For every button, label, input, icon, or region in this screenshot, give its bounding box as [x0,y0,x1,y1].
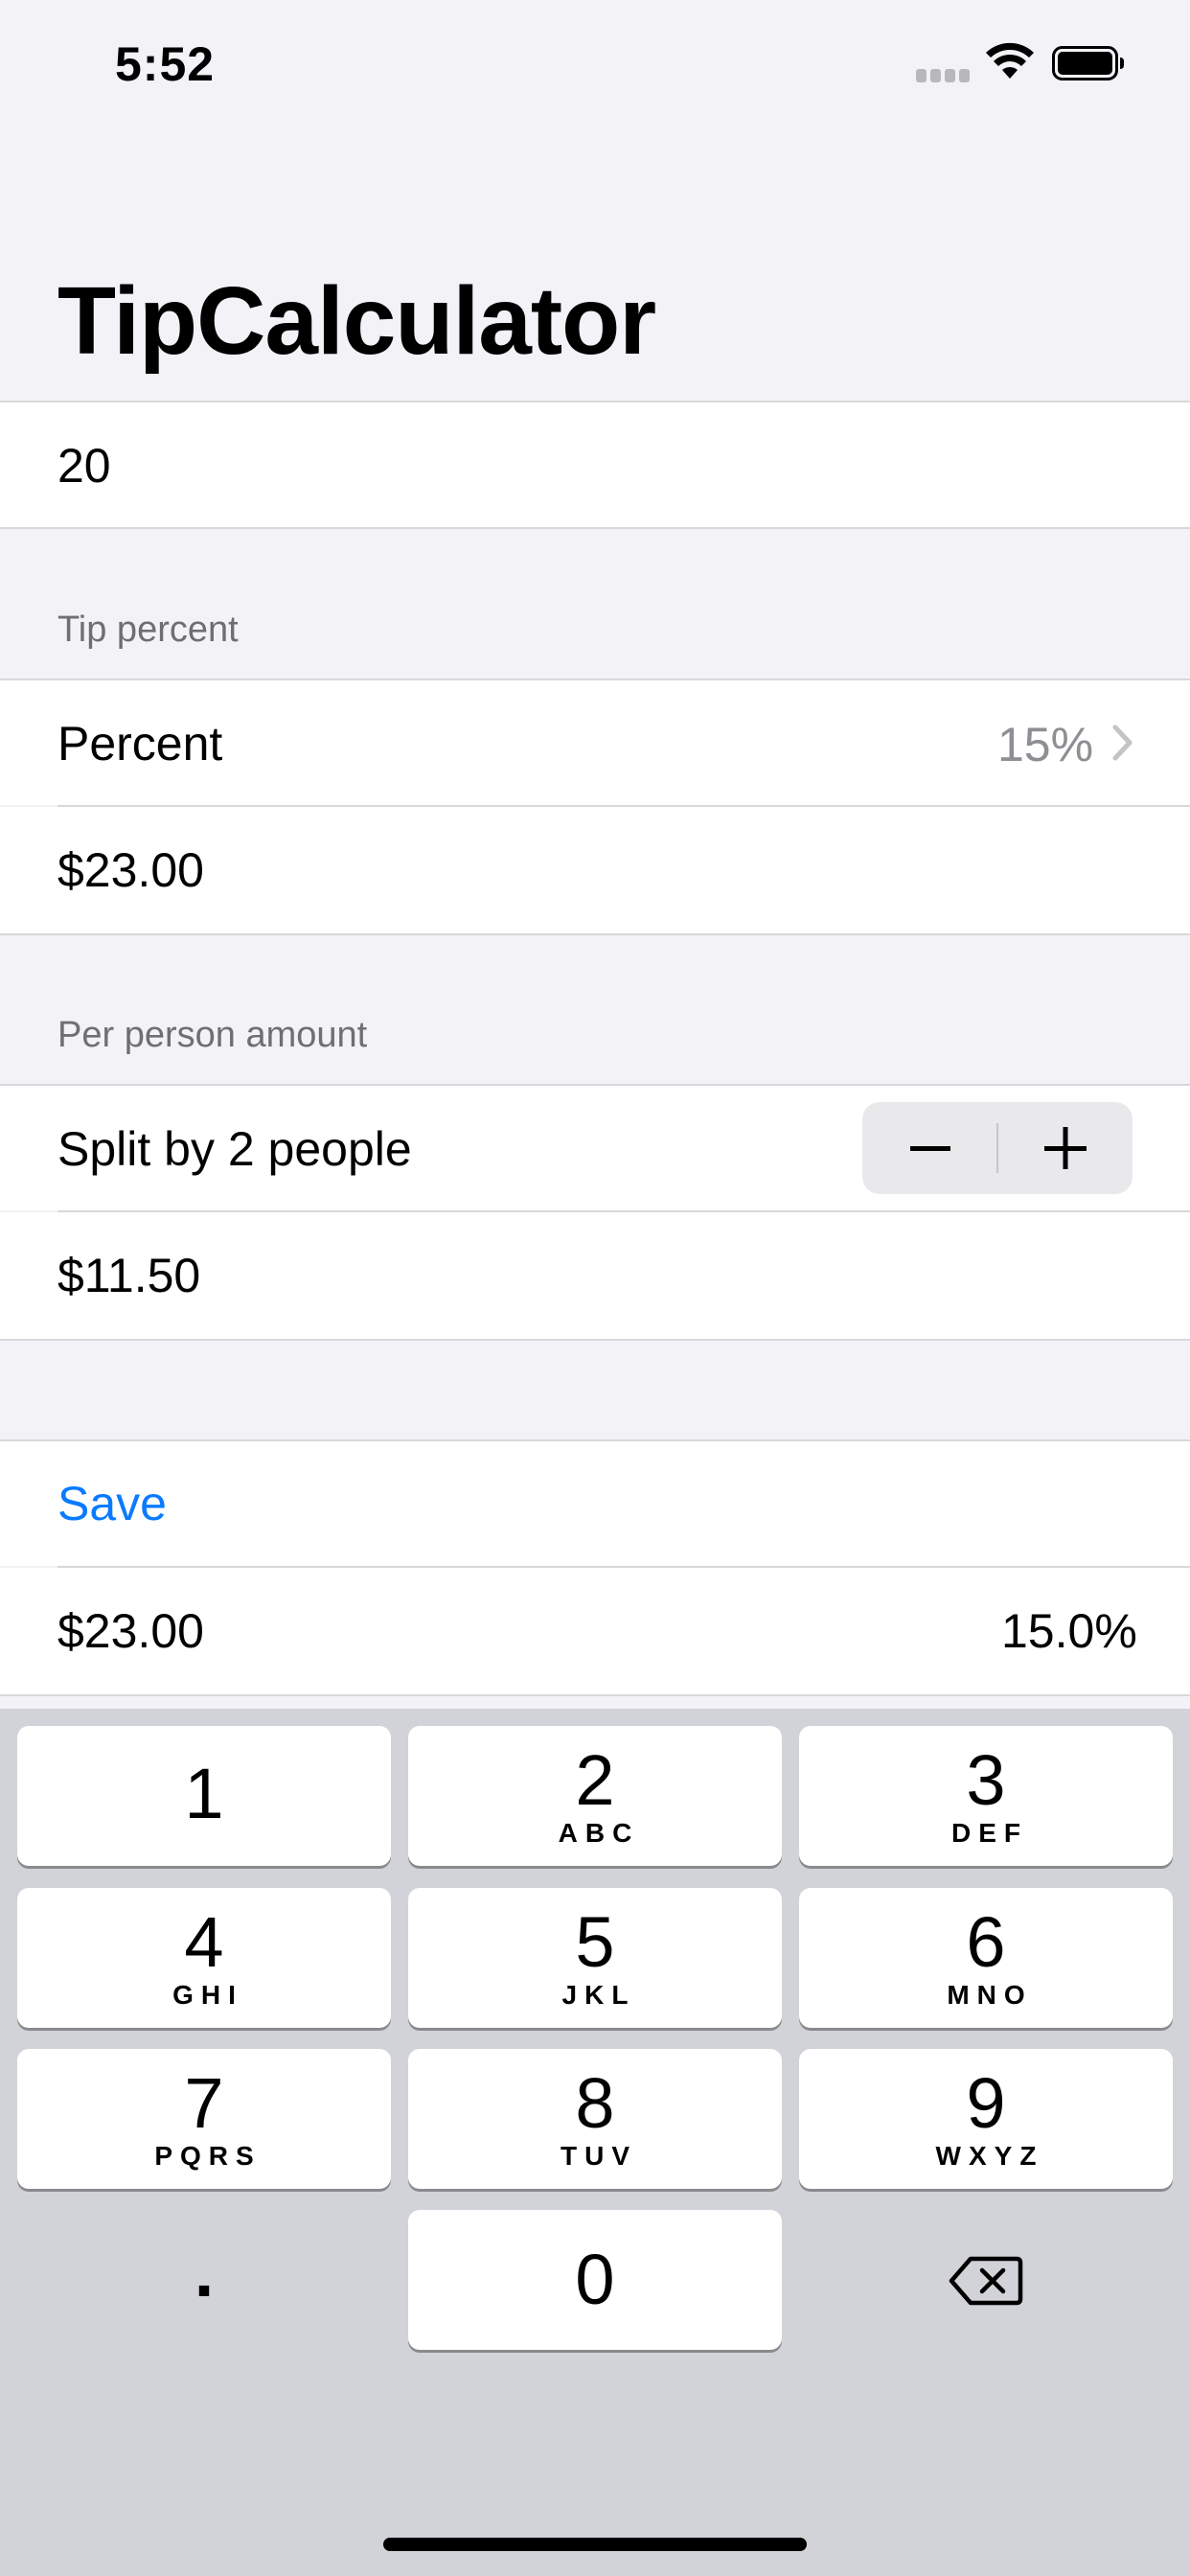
percent-picker-row[interactable]: Percent 15% [0,680,1190,805]
minus-icon [910,1146,950,1151]
status-bar: 5:52 [0,0,1190,125]
decrement-button[interactable] [862,1102,996,1194]
divider [0,527,1190,529]
percent-label: Percent [57,717,223,770]
save-row[interactable]: Save [0,1441,1190,1566]
per-person-section-header: Per person amount [57,1015,368,1055]
wifi-icon [986,42,1034,79]
key-1[interactable]: 1 [17,1726,391,1866]
key-2[interactable]: 2 ABC [408,1726,782,1866]
save-button[interactable]: Save [57,1476,167,1531]
delete-key[interactable] [799,2210,1173,2350]
per-person-row: $11.50 [0,1212,1190,1339]
number-keyboard: 1 2 ABC 3 DEF 4 GHI 5 JKL 6 MNO 7 PQRS 8… [0,1709,1190,2576]
key-5[interactable]: 5 JKL [408,1888,782,2028]
saved-result-row: $23.00 15.0% [0,1568,1190,1694]
key-8[interactable]: 8 TUV [408,2049,782,2189]
divider [0,933,1190,935]
amount-input-row[interactable]: 20 [0,402,1190,527]
delete-backspace-icon [949,2256,1023,2306]
divider [0,1694,1190,1696]
key-4[interactable]: 4 GHI [17,1888,391,2028]
key-9[interactable]: 9 WXYZ [799,2049,1173,2189]
home-indicator [383,2538,807,2551]
signal-icon [916,69,972,82]
chevron-right-icon [1112,724,1133,761]
increment-button[interactable] [998,1102,1133,1194]
tip-section-header: Tip percent [57,610,239,650]
total-row: $23.00 [0,807,1190,933]
key-0[interactable]: 0 [408,2210,782,2350]
split-label: Split by 2 people [57,1122,412,1176]
plus-icon [1044,1127,1087,1169]
key-7[interactable]: 7 PQRS [17,2049,391,2189]
total-value: $23.00 [57,843,204,897]
saved-total: $23.00 [57,1604,204,1658]
amount-input[interactable]: 20 [57,437,111,494]
battery-icon [1052,46,1124,80]
divider [0,1339,1190,1341]
page-title: TipCalculator [57,267,656,375]
percent-value: 15% [997,718,1094,771]
key-decimal[interactable]: . [17,2210,391,2350]
per-person-value: $11.50 [57,1249,201,1302]
key-6[interactable]: 6 MNO [799,1888,1173,2028]
status-time: 5:52 [115,37,216,91]
people-stepper[interactable] [862,1102,1133,1194]
saved-percent: 15.0% [1001,1604,1137,1658]
key-3[interactable]: 3 DEF [799,1726,1173,1866]
